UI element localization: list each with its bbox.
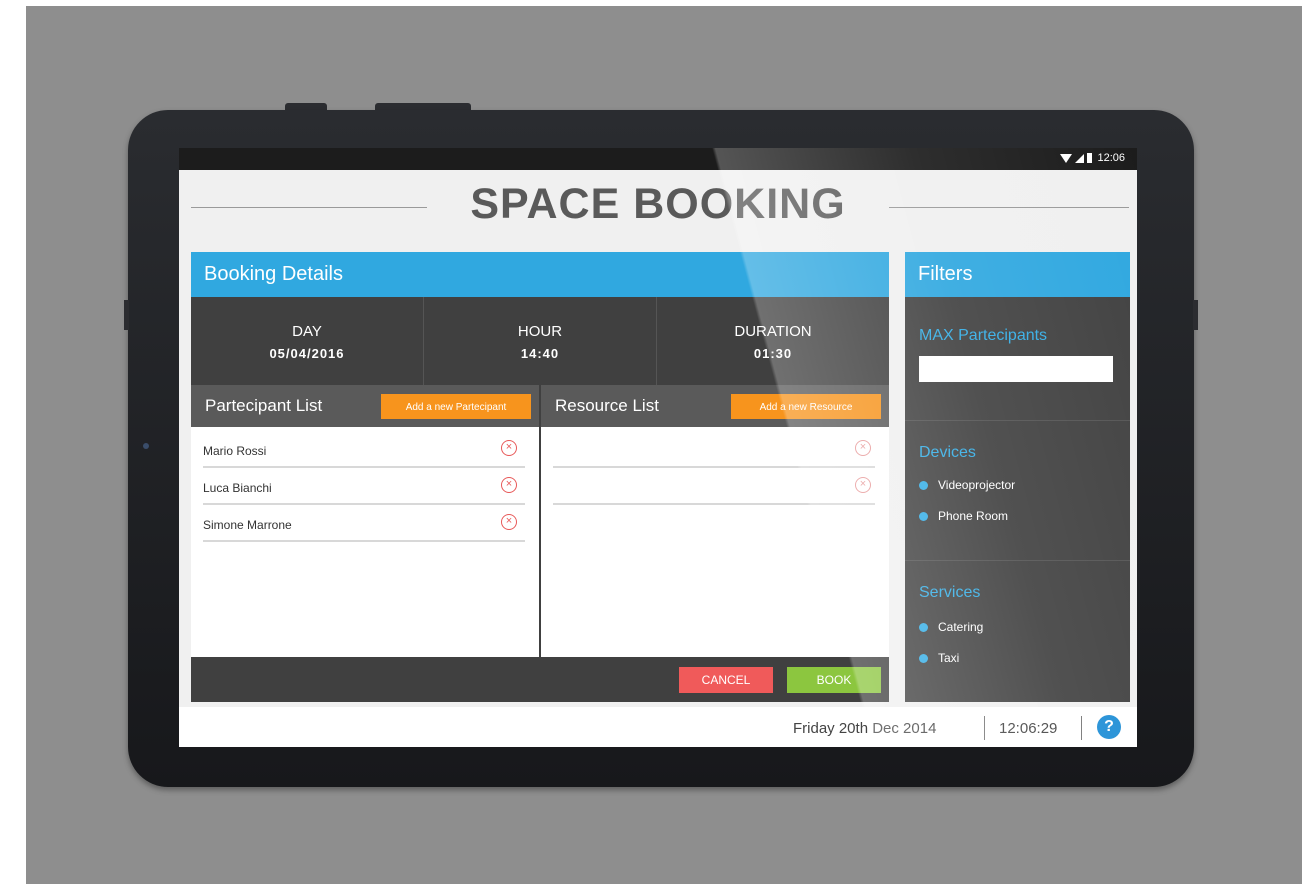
summary-day[interactable]: DAY 05/04/2016 <box>191 297 424 385</box>
participant-name: Luca Bianchi <box>203 481 272 495</box>
participant-list: Mario Rossi × Luca Bianchi × Simone Marr… <box>191 427 539 657</box>
filter-service-option[interactable]: Taxi <box>919 651 959 665</box>
filters-divider <box>905 560 1130 561</box>
bullet-icon <box>919 654 928 664</box>
remove-icon[interactable]: × <box>501 514 517 530</box>
filter-option-label: Videoprojector <box>938 478 1016 492</box>
summary-value: 14:40 <box>520 346 560 361</box>
tablet-button <box>285 103 327 110</box>
summary-label: DURATION <box>734 323 812 340</box>
participant-list-header: Partecipant List Add a new Partecipant <box>191 385 539 427</box>
current-date: Friday 20th Dec 2014 <box>793 720 937 737</box>
remove-icon[interactable]: × <box>855 477 871 493</box>
bullet-icon <box>919 481 928 491</box>
tablet-side-button <box>1193 300 1198 330</box>
bullet-icon <box>919 512 928 522</box>
max-participants-label: MAX Partecipants <box>919 327 1048 344</box>
devices-label: Devices <box>919 444 976 461</box>
filter-device-option[interactable]: Videoprojector <box>919 478 1015 492</box>
header-divider <box>889 207 1129 208</box>
summary-label: HOUR <box>517 323 563 340</box>
filters-title: Filters <box>918 263 973 285</box>
bullet-icon <box>919 623 928 633</box>
remove-icon[interactable]: × <box>501 477 517 493</box>
participant-row: Luca Bianchi × <box>203 469 525 505</box>
booking-header: Booking Details <box>191 252 889 297</box>
services-label: Services <box>919 584 981 601</box>
filter-option-label: Catering <box>938 620 984 634</box>
signal-icon <box>1075 153 1085 163</box>
filter-option-label: Phone Room <box>938 509 1009 523</box>
tablet-button <box>375 103 471 110</box>
cancel-button[interactable]: CANCEL <box>679 667 773 693</box>
participant-row: Simone Marrone × <box>203 506 525 542</box>
battery-icon <box>1087 153 1093 163</box>
screen: 12:06 SPACE BOOKING Booking Details DAY … <box>179 148 1137 747</box>
filters-divider <box>905 420 1130 421</box>
filter-device-option[interactable]: Phone Room <box>919 509 1008 523</box>
summary-label: DAY <box>292 323 322 340</box>
camera-icon <box>143 443 149 449</box>
resource-list: × × <box>541 427 889 657</box>
wifi-icon <box>1060 153 1073 163</box>
status-icons: 12:06 <box>1060 152 1125 164</box>
bottom-bar: Friday 20th Dec 2014 12:06:29 ? <box>179 707 1137 747</box>
booking-panel: Booking Details DAY 05/04/2016 HOUR 14:4… <box>191 252 889 702</box>
tablet-side-button <box>124 300 129 330</box>
book-button[interactable]: BOOK <box>787 667 881 693</box>
resource-list-header: Resource List Add a new Resource <box>541 385 889 427</box>
booking-summary: DAY 05/04/2016 HOUR 14:40 DURATION 01:30 <box>191 297 889 385</box>
participant-name: Mario Rossi <box>203 444 267 458</box>
add-participant-button[interactable]: Add a new Partecipant <box>381 394 531 419</box>
separator <box>1081 716 1082 740</box>
resource-row: × <box>553 432 875 468</box>
summary-duration[interactable]: DURATION 01:30 <box>657 297 889 385</box>
max-participants-input[interactable] <box>919 356 1113 382</box>
participant-name: Simone Marrone <box>203 518 292 532</box>
remove-icon[interactable]: × <box>501 440 517 456</box>
booking-actions: CANCEL BOOK <box>191 657 889 702</box>
filter-option-label: Taxi <box>938 651 960 665</box>
app-title: SPACE BOOKING <box>470 180 846 228</box>
resource-row: × <box>553 469 875 505</box>
separator <box>984 716 985 740</box>
status-bar: 12:06 <box>179 148 1137 170</box>
filters-header: Filters <box>905 252 1130 297</box>
participant-list-title: Partecipant List <box>205 396 323 415</box>
header-divider <box>191 207 427 208</box>
summary-hour[interactable]: HOUR 14:40 <box>424 297 657 385</box>
current-time: 12:06:29 <box>999 720 1058 737</box>
add-resource-button[interactable]: Add a new Resource <box>731 394 881 419</box>
summary-value: 05/04/2016 <box>269 346 345 361</box>
filters-panel: Filters MAX Partecipants Devices Videopr… <box>905 252 1130 702</box>
participant-row: Mario Rossi × <box>203 432 525 468</box>
booking-title: Booking Details <box>204 263 343 285</box>
status-time: 12:06 <box>1097 152 1125 164</box>
filter-service-option[interactable]: Catering <box>919 620 983 634</box>
summary-value: 01:30 <box>753 346 793 361</box>
help-icon[interactable]: ? <box>1097 715 1121 739</box>
resource-list-title: Resource List <box>555 396 659 415</box>
remove-icon[interactable]: × <box>855 440 871 456</box>
